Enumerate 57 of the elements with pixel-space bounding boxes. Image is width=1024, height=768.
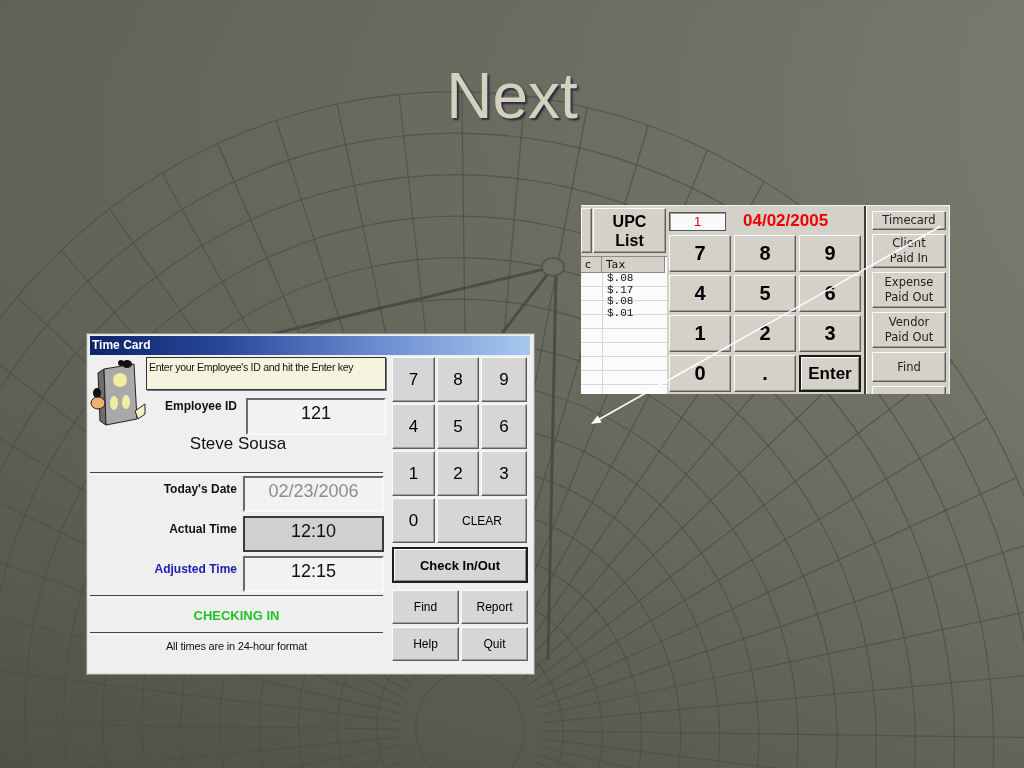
- keypad-key[interactable]: 0: [669, 355, 731, 392]
- keypad-key[interactable]: 8: [437, 357, 479, 402]
- table-cell-text: $.08: [606, 273, 635, 285]
- date-display: 04/02/2005: [743, 211, 829, 231]
- keypad-key[interactable]: 3: [799, 315, 861, 352]
- partial-button[interactable]: [581, 208, 592, 253]
- action-button[interactable]: Find: [392, 590, 459, 624]
- employee-name: Steve Sousa: [188, 434, 288, 454]
- keypad-key[interactable]: 9: [799, 235, 861, 272]
- table-cell-text: $.08: [606, 296, 635, 308]
- time-label: Adjusted Time: [153, 561, 238, 578]
- upc-list-button[interactable]: UPC List: [593, 208, 666, 253]
- keypad-key[interactable]: 4: [669, 275, 731, 312]
- keypad-key[interactable]: 5: [734, 275, 796, 312]
- table-cell-text: $.17: [606, 284, 635, 296]
- side-button[interactable]: Vendor Paid Out: [872, 312, 946, 348]
- column-header: Tax: [602, 257, 665, 273]
- instruction-message: Enter your Employee's ID and hit the Enter key: [146, 357, 386, 390]
- count-display: 1: [669, 211, 726, 231]
- keypad-key[interactable]: 7: [392, 357, 435, 402]
- check-in-out-button[interactable]: Check In/Out: [392, 547, 528, 583]
- keypad-key[interactable]: 6: [799, 275, 861, 312]
- field-label: Employee ID: [163, 398, 238, 415]
- side-button[interactable]: Find: [872, 352, 946, 382]
- keypad-key[interactable]: 1: [392, 451, 435, 496]
- keypad-key[interactable]: 2: [437, 451, 479, 496]
- side-button[interactable]: Timecard: [872, 211, 946, 230]
- table-cell-text: $.01: [606, 308, 635, 320]
- window-title: Time Card: [90, 336, 530, 355]
- side-button[interactable]: Expense Paid Out: [872, 272, 946, 308]
- keypad-key[interactable]: 0: [392, 498, 435, 543]
- keypad-key[interactable]: 3: [481, 451, 527, 496]
- keypad-key[interactable]: 1: [669, 315, 731, 352]
- time-label: Today's Date: [162, 481, 238, 498]
- keypad-key[interactable]: Enter: [799, 355, 861, 392]
- timecard-icon: [90, 359, 146, 429]
- slide-title: Next: [446, 64, 578, 128]
- column-header: c: [581, 257, 602, 273]
- employee-id-field[interactable]: 121: [246, 398, 386, 435]
- action-button[interactable]: Report: [461, 590, 528, 624]
- status-text: CHECKING IN: [192, 606, 281, 625]
- time-label: Actual Time: [168, 521, 238, 538]
- keypad-key[interactable]: 5: [437, 404, 479, 449]
- keypad-key[interactable]: 6: [481, 404, 527, 449]
- keypad-key[interactable]: 9: [481, 357, 527, 402]
- keypad-key[interactable]: 2: [734, 315, 796, 352]
- action-button[interactable]: Help: [392, 627, 459, 661]
- note-text: All times are in 24-hour format: [164, 639, 309, 652]
- action-button[interactable]: Quit: [461, 627, 528, 661]
- side-button[interactable]: Client Paid In: [872, 234, 946, 268]
- keypad-key[interactable]: .: [734, 355, 796, 392]
- time-field[interactable]: 12:10: [243, 516, 384, 552]
- keypad-key[interactable]: 8: [734, 235, 796, 272]
- keypad-key[interactable]: 4: [392, 404, 435, 449]
- keypad-key[interactable]: 7: [669, 235, 731, 272]
- time-field[interactable]: 12:15: [243, 556, 384, 592]
- clear-button[interactable]: CLEAR: [437, 498, 527, 543]
